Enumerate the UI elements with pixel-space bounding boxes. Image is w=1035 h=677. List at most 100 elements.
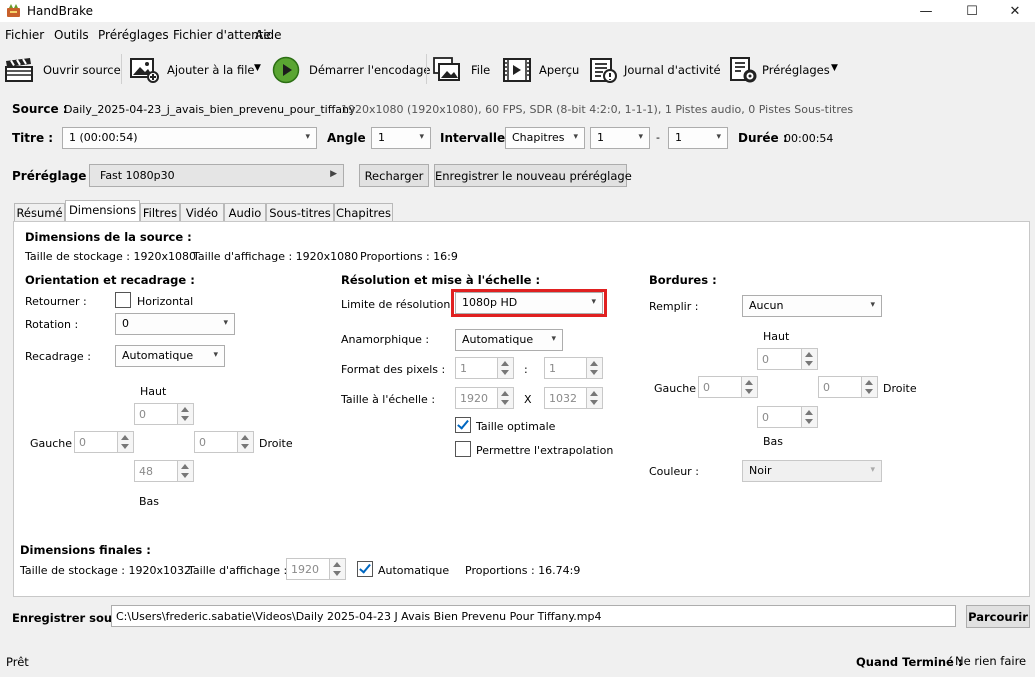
close-button[interactable]: ✕: [992, 0, 1035, 22]
window-title: HandBrake: [27, 4, 94, 18]
menu-fichier[interactable]: Fichier: [5, 28, 44, 42]
start-encode-label: Démarrer l'encodage: [309, 63, 431, 77]
optimal-size-label: Taille optimale: [476, 420, 556, 433]
scale-size-label: Taille à l'échelle :: [341, 393, 436, 406]
tab-video[interactable]: Vidéo: [180, 203, 224, 221]
when-done-label: Quand Terminé :: [856, 655, 963, 669]
duration-value: 00:00:54: [784, 132, 834, 145]
play-icon: [272, 56, 300, 84]
angle-label: Angle :: [327, 131, 375, 145]
pixel-width-spinner[interactable]: 1: [455, 357, 514, 379]
clapperboard-icon: [5, 58, 33, 82]
fill-select[interactable]: Aucun ▾: [742, 295, 882, 317]
chevron-right-icon: ▶: [330, 169, 337, 179]
allow-upscale-label: Permettre l'extrapolation: [476, 444, 614, 457]
toolbar-separator: [121, 54, 122, 84]
flip-horizontal-label: Horizontal: [137, 295, 194, 308]
flip-horizontal-checkbox[interactable]: [115, 292, 131, 308]
auto-display-checkbox[interactable]: [357, 561, 373, 577]
source-aspect: Proportions : 16:9: [360, 250, 458, 263]
maximize-button[interactable]: ☐: [949, 0, 995, 22]
crop-label: Recadrage :: [25, 350, 91, 363]
queue-label: File: [471, 63, 491, 77]
scale-height-spinner[interactable]: 1032: [544, 387, 603, 409]
menu-aide[interactable]: Aide: [255, 28, 282, 42]
menu-preglages[interactable]: Préréglages: [98, 28, 169, 42]
source-info: 1920x1080 (1920x1080), 60 FPS, SDR (8-bi…: [341, 103, 854, 116]
crop-top-label: Haut: [140, 385, 167, 398]
anamorphic-select[interactable]: Automatique ▾: [455, 329, 563, 351]
resolution-limit-label: Limite de résolution :: [341, 298, 458, 311]
scale-width-spinner[interactable]: 1920: [455, 387, 514, 409]
angle-select[interactable]: 1 ▾: [371, 127, 431, 149]
menu-bar: Fichier Outils Préréglages Fichier d'att…: [0, 28, 1035, 46]
range-type-select[interactable]: Chapitres ▾: [505, 127, 585, 149]
preset-label: Préréglage :: [12, 169, 96, 183]
tab-dimensions[interactable]: Dimensions: [65, 200, 140, 222]
menu-outils[interactable]: Outils: [54, 28, 89, 42]
presets-label: Préréglages: [762, 63, 830, 77]
range-start-select[interactable]: 1 ▾: [590, 127, 650, 149]
pixel-height-spinner[interactable]: 1: [544, 357, 603, 379]
rotation-select[interactable]: 0 ▾: [115, 313, 235, 335]
crop-bottom-spinner[interactable]: 48: [134, 460, 194, 482]
toolbar: Ouvrir source Ajouter à la file ▼ Démarr…: [0, 50, 1035, 90]
chevron-down-icon: ▾: [419, 132, 424, 142]
final-display-spinner[interactable]: 1920: [286, 558, 346, 580]
title-bar: HandBrake — ☐ ✕: [0, 0, 1035, 22]
browse-button[interactable]: Parcourir: [966, 605, 1030, 628]
reload-button[interactable]: Recharger: [359, 164, 429, 187]
color-select[interactable]: Noir ▾: [742, 460, 882, 482]
border-left-spinner[interactable]: 0: [698, 376, 758, 398]
tab-sous-titres[interactable]: Sous-titres: [266, 203, 334, 221]
optimal-size-checkbox[interactable]: [455, 417, 471, 433]
tab-audio[interactable]: Audio: [224, 203, 266, 221]
tab-resume[interactable]: Résumé: [14, 203, 65, 221]
crop-right-label: Droite: [259, 437, 293, 450]
range-label: Intervalle :: [440, 131, 515, 145]
flip-label: Retourner :: [25, 295, 87, 308]
border-bottom-label: Bas: [763, 435, 784, 448]
auto-display-label: Automatique: [378, 564, 450, 577]
rotation-label: Rotation :: [25, 318, 79, 331]
fill-label: Remplir :: [649, 300, 699, 313]
crop-right-spinner[interactable]: 0: [194, 431, 254, 453]
when-done-select[interactable]: Ne rien faire: [955, 654, 1035, 672]
crop-select[interactable]: Automatique ▾: [115, 345, 225, 367]
queue-photos-icon: [433, 57, 460, 81]
border-right-label: Droite: [883, 382, 917, 395]
border-right-spinner[interactable]: 0: [818, 376, 878, 398]
tab-chapitres[interactable]: Chapitres: [334, 203, 393, 221]
title-label: Titre :: [12, 131, 54, 145]
range-end-select[interactable]: 1 ▾: [668, 127, 728, 149]
border-top-spinner[interactable]: 0: [757, 348, 818, 370]
minimize-button[interactable]: —: [903, 0, 949, 22]
checkmark-icon: [457, 417, 469, 430]
border-left-label: Gauche: [654, 382, 697, 395]
chevron-down-icon: ▾: [551, 334, 556, 344]
allow-upscale-checkbox[interactable]: [455, 441, 471, 457]
source-label: Source :: [12, 102, 68, 116]
preset-select[interactable]: Fast 1080p30 ▶: [89, 164, 344, 187]
tab-filtres[interactable]: Filtres: [140, 203, 180, 221]
presets-dropdown-icon[interactable]: ▼: [831, 63, 838, 73]
anamorphic-label: Anamorphique :: [341, 333, 430, 346]
save-new-preset-button[interactable]: Enregistrer le nouveau préréglage: [434, 164, 632, 187]
color-label: Couleur :: [649, 465, 699, 478]
chevron-down-icon: ▾: [213, 350, 218, 360]
chevron-down-icon: ▾: [716, 132, 721, 142]
highlight-box: [451, 289, 607, 317]
save-path-input[interactable]: C:\Users\frederic.sabatie\Videos\Daily 2…: [111, 605, 956, 627]
status-text: Prêt: [6, 655, 29, 669]
final-dimensions-heading: Dimensions finales :: [20, 543, 151, 557]
film-preview-icon: [503, 58, 531, 82]
crop-left-spinner[interactable]: 0: [74, 431, 134, 453]
add-queue-dropdown-icon[interactable]: ▼: [254, 63, 261, 73]
activity-log-icon: [590, 58, 617, 83]
resolution-heading: Résolution et mise à l'échelle :: [341, 273, 541, 287]
crop-top-spinner[interactable]: 0: [134, 403, 194, 425]
title-select[interactable]: 1 (00:00:54) ▾: [62, 127, 317, 149]
chevron-down-icon: ▾: [870, 300, 875, 310]
border-bottom-spinner[interactable]: 0: [757, 406, 818, 428]
add-queue-label: Ajouter à la file: [167, 63, 255, 77]
